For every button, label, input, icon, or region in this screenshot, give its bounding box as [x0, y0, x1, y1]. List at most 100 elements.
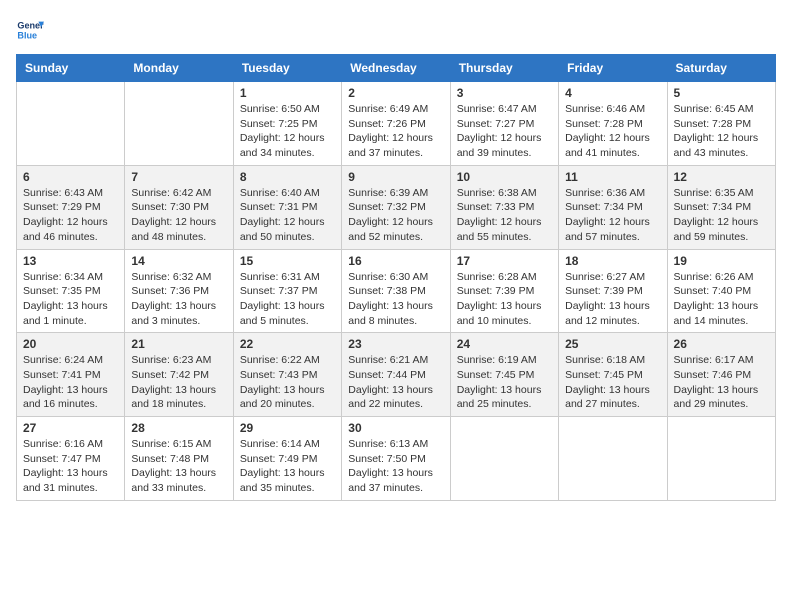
- day-number: 21: [131, 337, 226, 351]
- day-number: 7: [131, 170, 226, 184]
- calendar-cell: 20 Sunrise: 6:24 AMSunset: 7:41 PMDaylig…: [17, 333, 125, 417]
- day-info: Sunrise: 6:50 AMSunset: 7:25 PMDaylight:…: [240, 102, 335, 161]
- page-header: General Blue: [16, 16, 776, 44]
- day-number: 30: [348, 421, 443, 435]
- day-number: 26: [674, 337, 769, 351]
- day-info: Sunrise: 6:34 AMSunset: 7:35 PMDaylight:…: [23, 270, 118, 329]
- day-info: Sunrise: 6:24 AMSunset: 7:41 PMDaylight:…: [23, 353, 118, 412]
- calendar-cell: 2 Sunrise: 6:49 AMSunset: 7:26 PMDayligh…: [342, 82, 450, 166]
- calendar-cell: 24 Sunrise: 6:19 AMSunset: 7:45 PMDaylig…: [450, 333, 558, 417]
- calendar-cell: [667, 417, 775, 501]
- calendar-cell: 17 Sunrise: 6:28 AMSunset: 7:39 PMDaylig…: [450, 249, 558, 333]
- calendar-cell: 8 Sunrise: 6:40 AMSunset: 7:31 PMDayligh…: [233, 165, 341, 249]
- logo-icon: General Blue: [16, 16, 44, 44]
- day-number: 12: [674, 170, 769, 184]
- day-info: Sunrise: 6:39 AMSunset: 7:32 PMDaylight:…: [348, 186, 443, 245]
- day-info: Sunrise: 6:19 AMSunset: 7:45 PMDaylight:…: [457, 353, 552, 412]
- calendar-cell: 23 Sunrise: 6:21 AMSunset: 7:44 PMDaylig…: [342, 333, 450, 417]
- calendar-cell: 21 Sunrise: 6:23 AMSunset: 7:42 PMDaylig…: [125, 333, 233, 417]
- calendar-cell: [559, 417, 667, 501]
- day-number: 5: [674, 86, 769, 100]
- day-info: Sunrise: 6:36 AMSunset: 7:34 PMDaylight:…: [565, 186, 660, 245]
- day-info: Sunrise: 6:35 AMSunset: 7:34 PMDaylight:…: [674, 186, 769, 245]
- day-info: Sunrise: 6:16 AMSunset: 7:47 PMDaylight:…: [23, 437, 118, 496]
- day-info: Sunrise: 6:13 AMSunset: 7:50 PMDaylight:…: [348, 437, 443, 496]
- calendar-cell: [17, 82, 125, 166]
- calendar-cell: 1 Sunrise: 6:50 AMSunset: 7:25 PMDayligh…: [233, 82, 341, 166]
- calendar-cell: 25 Sunrise: 6:18 AMSunset: 7:45 PMDaylig…: [559, 333, 667, 417]
- day-number: 27: [23, 421, 118, 435]
- weekday-header-monday: Monday: [125, 55, 233, 82]
- day-info: Sunrise: 6:32 AMSunset: 7:36 PMDaylight:…: [131, 270, 226, 329]
- day-number: 4: [565, 86, 660, 100]
- weekday-header-sunday: Sunday: [17, 55, 125, 82]
- day-info: Sunrise: 6:26 AMSunset: 7:40 PMDaylight:…: [674, 270, 769, 329]
- weekday-header-friday: Friday: [559, 55, 667, 82]
- day-info: Sunrise: 6:23 AMSunset: 7:42 PMDaylight:…: [131, 353, 226, 412]
- day-number: 13: [23, 254, 118, 268]
- day-number: 3: [457, 86, 552, 100]
- weekday-header-saturday: Saturday: [667, 55, 775, 82]
- day-info: Sunrise: 6:49 AMSunset: 7:26 PMDaylight:…: [348, 102, 443, 161]
- day-number: 24: [457, 337, 552, 351]
- day-info: Sunrise: 6:22 AMSunset: 7:43 PMDaylight:…: [240, 353, 335, 412]
- weekday-header-row: SundayMondayTuesdayWednesdayThursdayFrid…: [17, 55, 776, 82]
- day-info: Sunrise: 6:14 AMSunset: 7:49 PMDaylight:…: [240, 437, 335, 496]
- calendar-cell: 13 Sunrise: 6:34 AMSunset: 7:35 PMDaylig…: [17, 249, 125, 333]
- calendar-cell: 26 Sunrise: 6:17 AMSunset: 7:46 PMDaylig…: [667, 333, 775, 417]
- calendar-table: SundayMondayTuesdayWednesdayThursdayFrid…: [16, 54, 776, 501]
- day-number: 25: [565, 337, 660, 351]
- day-info: Sunrise: 6:30 AMSunset: 7:38 PMDaylight:…: [348, 270, 443, 329]
- calendar-cell: 11 Sunrise: 6:36 AMSunset: 7:34 PMDaylig…: [559, 165, 667, 249]
- day-number: 2: [348, 86, 443, 100]
- calendar-cell: 30 Sunrise: 6:13 AMSunset: 7:50 PMDaylig…: [342, 417, 450, 501]
- day-number: 11: [565, 170, 660, 184]
- day-info: Sunrise: 6:18 AMSunset: 7:45 PMDaylight:…: [565, 353, 660, 412]
- day-info: Sunrise: 6:46 AMSunset: 7:28 PMDaylight:…: [565, 102, 660, 161]
- calendar-cell: [450, 417, 558, 501]
- day-number: 28: [131, 421, 226, 435]
- calendar-cell: 15 Sunrise: 6:31 AMSunset: 7:37 PMDaylig…: [233, 249, 341, 333]
- weekday-header-wednesday: Wednesday: [342, 55, 450, 82]
- day-number: 8: [240, 170, 335, 184]
- weekday-header-tuesday: Tuesday: [233, 55, 341, 82]
- calendar-week-row: 13 Sunrise: 6:34 AMSunset: 7:35 PMDaylig…: [17, 249, 776, 333]
- day-number: 16: [348, 254, 443, 268]
- calendar-week-row: 20 Sunrise: 6:24 AMSunset: 7:41 PMDaylig…: [17, 333, 776, 417]
- day-number: 10: [457, 170, 552, 184]
- day-info: Sunrise: 6:15 AMSunset: 7:48 PMDaylight:…: [131, 437, 226, 496]
- day-number: 14: [131, 254, 226, 268]
- day-number: 9: [348, 170, 443, 184]
- calendar-cell: 22 Sunrise: 6:22 AMSunset: 7:43 PMDaylig…: [233, 333, 341, 417]
- day-info: Sunrise: 6:43 AMSunset: 7:29 PMDaylight:…: [23, 186, 118, 245]
- calendar-cell: [125, 82, 233, 166]
- calendar-week-row: 1 Sunrise: 6:50 AMSunset: 7:25 PMDayligh…: [17, 82, 776, 166]
- calendar-cell: 16 Sunrise: 6:30 AMSunset: 7:38 PMDaylig…: [342, 249, 450, 333]
- day-number: 23: [348, 337, 443, 351]
- calendar-week-row: 6 Sunrise: 6:43 AMSunset: 7:29 PMDayligh…: [17, 165, 776, 249]
- calendar-cell: 18 Sunrise: 6:27 AMSunset: 7:39 PMDaylig…: [559, 249, 667, 333]
- logo: General Blue: [16, 16, 48, 44]
- day-info: Sunrise: 6:45 AMSunset: 7:28 PMDaylight:…: [674, 102, 769, 161]
- day-number: 6: [23, 170, 118, 184]
- calendar-cell: 3 Sunrise: 6:47 AMSunset: 7:27 PMDayligh…: [450, 82, 558, 166]
- calendar-cell: 10 Sunrise: 6:38 AMSunset: 7:33 PMDaylig…: [450, 165, 558, 249]
- day-info: Sunrise: 6:40 AMSunset: 7:31 PMDaylight:…: [240, 186, 335, 245]
- day-number: 22: [240, 337, 335, 351]
- calendar-cell: 4 Sunrise: 6:46 AMSunset: 7:28 PMDayligh…: [559, 82, 667, 166]
- day-number: 20: [23, 337, 118, 351]
- day-number: 29: [240, 421, 335, 435]
- day-number: 1: [240, 86, 335, 100]
- day-info: Sunrise: 6:47 AMSunset: 7:27 PMDaylight:…: [457, 102, 552, 161]
- day-info: Sunrise: 6:27 AMSunset: 7:39 PMDaylight:…: [565, 270, 660, 329]
- day-number: 15: [240, 254, 335, 268]
- day-info: Sunrise: 6:31 AMSunset: 7:37 PMDaylight:…: [240, 270, 335, 329]
- day-number: 17: [457, 254, 552, 268]
- calendar-week-row: 27 Sunrise: 6:16 AMSunset: 7:47 PMDaylig…: [17, 417, 776, 501]
- day-info: Sunrise: 6:28 AMSunset: 7:39 PMDaylight:…: [457, 270, 552, 329]
- day-number: 18: [565, 254, 660, 268]
- calendar-cell: 12 Sunrise: 6:35 AMSunset: 7:34 PMDaylig…: [667, 165, 775, 249]
- calendar-cell: 14 Sunrise: 6:32 AMSunset: 7:36 PMDaylig…: [125, 249, 233, 333]
- day-info: Sunrise: 6:21 AMSunset: 7:44 PMDaylight:…: [348, 353, 443, 412]
- day-info: Sunrise: 6:17 AMSunset: 7:46 PMDaylight:…: [674, 353, 769, 412]
